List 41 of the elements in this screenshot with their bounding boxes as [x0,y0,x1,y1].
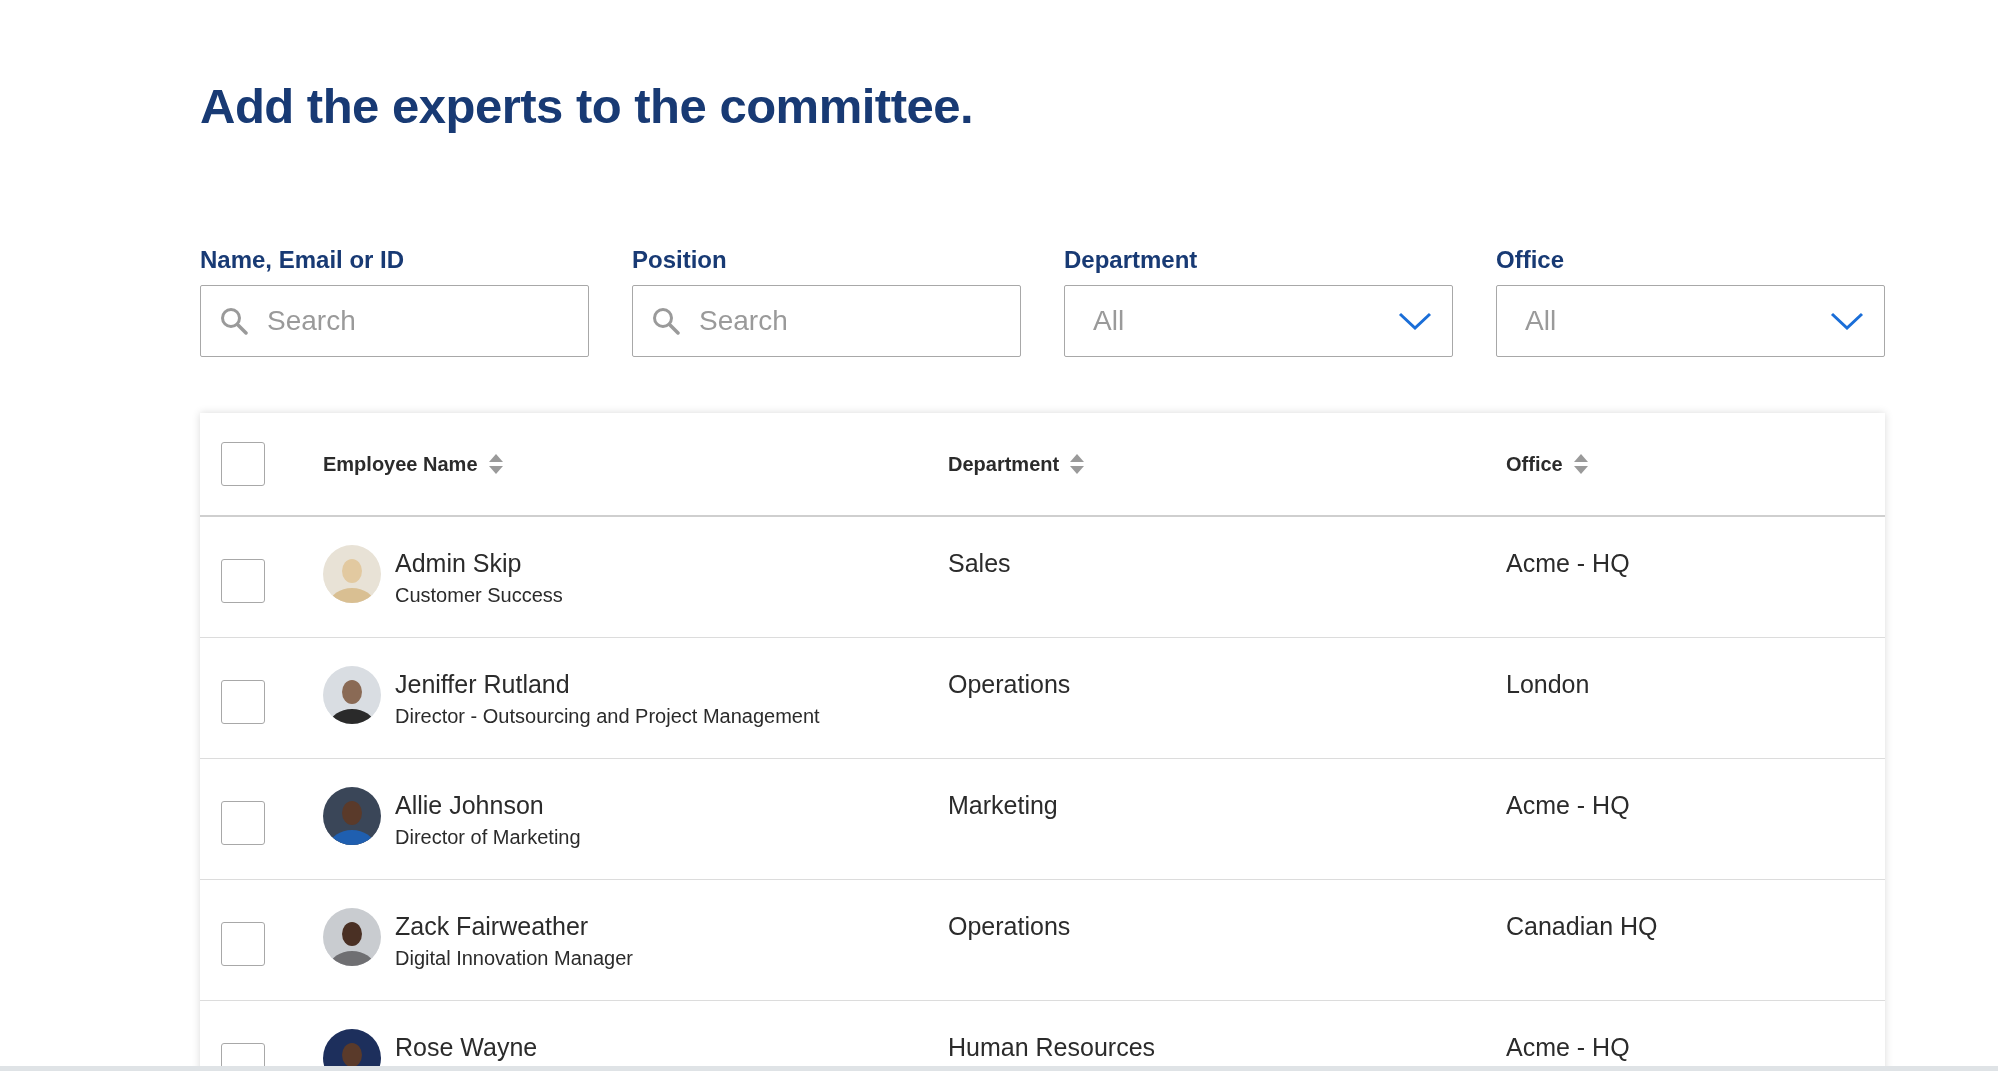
page-title: Add the experts to the committee. [200,78,975,134]
row-checkbox[interactable] [221,680,265,724]
employee-name: Allie Johnson [395,791,545,820]
row-checkbox[interactable] [221,801,265,845]
search-field[interactable]: Search [632,285,1021,357]
employee-name: Admin Skip [395,549,523,578]
column-header[interactable]: Office [1506,452,1563,476]
filter-label: Position [632,246,727,274]
filter-label: Office [1496,246,1564,274]
column-header[interactable]: Employee Name [323,452,478,476]
search-icon [220,307,248,335]
department-cell-text: Sales [948,549,1012,578]
employee-position: Director of Marketing [395,826,581,849]
office-cell-text: London [1506,670,1591,699]
office-cell-text: Acme - HQ [1506,549,1631,578]
row-checkbox[interactable] [221,922,265,966]
employee-position: Director - Outsourcing and Project Management [395,705,820,728]
chevron-down-icon [1830,312,1864,330]
chevron-down-icon [1398,312,1432,330]
filter-label: Department [1064,246,1198,274]
sort-icon[interactable] [1069,452,1086,476]
department-cell-text: Marketing [948,791,1059,820]
employee-name: Jeniffer Rutland [395,670,571,699]
row-checkbox[interactable] [221,559,265,603]
office-cell-text: Acme - HQ [1506,791,1631,820]
search-field[interactable]: Search [200,285,589,357]
sort-icon[interactable] [1572,452,1589,476]
employee-position: Digital Innovation Manager [395,947,633,970]
department-cell-text: Operations [948,670,1072,699]
department-cell-text: Human Resources [948,1033,1157,1062]
filter-label: Name, Email or ID [200,246,405,274]
select-all-checkbox[interactable] [221,442,265,486]
employee-name: Zack Fairweather [395,912,590,941]
sort-icon[interactable] [487,452,504,476]
office-cell-text: Acme - HQ [1506,1033,1631,1062]
department-cell-text: Operations [948,912,1072,941]
office-cell-text: Canadian HQ [1506,912,1659,941]
search-icon [652,307,680,335]
employee-name: Rose Wayne [395,1033,538,1062]
column-header[interactable]: Department [948,452,1060,476]
employee-position: Customer Success [395,584,563,607]
